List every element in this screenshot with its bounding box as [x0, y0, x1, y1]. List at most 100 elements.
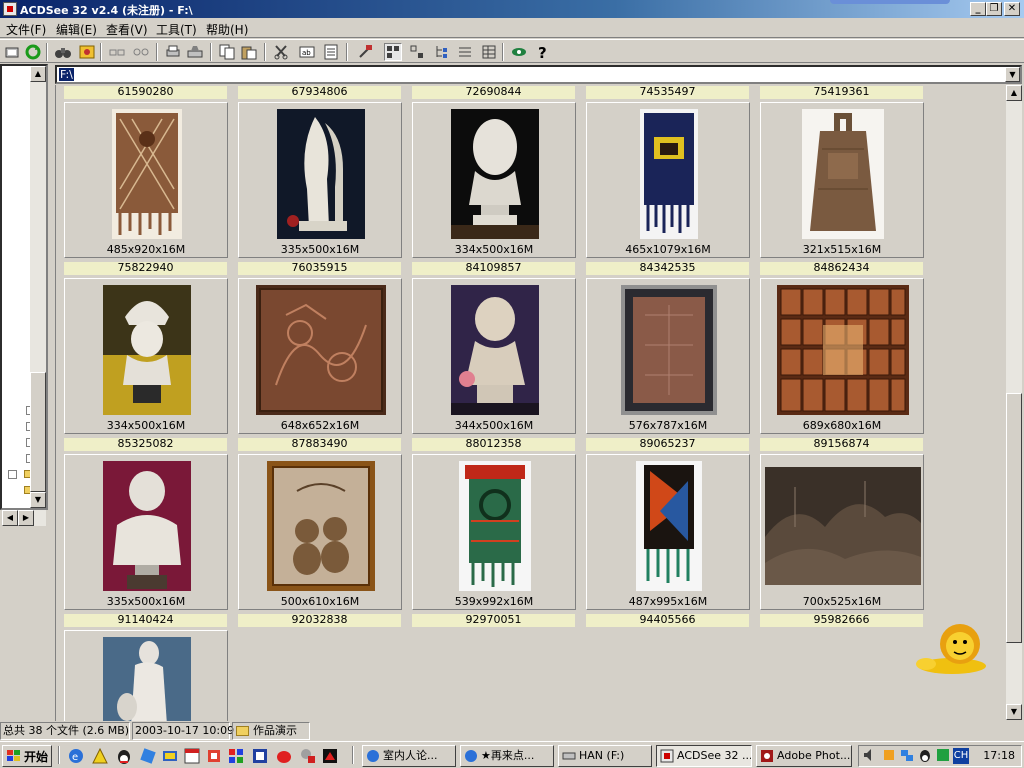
file-name-label[interactable]: 75822940 — [64, 262, 227, 275]
restore-button[interactable]: ❐ — [986, 2, 1002, 16]
clock[interactable]: 17:18 — [983, 749, 1015, 762]
app-icon[interactable] — [228, 748, 244, 764]
file-name-label[interactable]: 74535497 — [586, 86, 749, 99]
qq-penguin-icon[interactable] — [917, 748, 933, 764]
thumbnail-tile[interactable]: 465x1079x16M — [586, 102, 750, 258]
scroll-up-button[interactable]: ▲ — [1006, 85, 1022, 101]
menu-tools[interactable]: 工具(T) — [156, 21, 197, 38]
app-icon[interactable] — [140, 748, 156, 764]
browse-icon[interactable] — [3, 43, 21, 61]
app-icon[interactable] — [252, 748, 268, 764]
tools-icon[interactable] — [356, 43, 374, 61]
thumbnail-small-icon[interactable] — [108, 43, 126, 61]
menu-file[interactable]: 文件(F) — [6, 21, 46, 38]
scroll-left-button[interactable]: ◀ — [2, 510, 18, 526]
close-button[interactable]: ✕ — [1004, 2, 1020, 16]
internet-icon[interactable] — [510, 43, 528, 61]
taskbar-window-button[interactable]: ★再来点... — [460, 745, 554, 767]
view-tree-icon[interactable] — [432, 43, 450, 61]
thumbnail-tile[interactable]: 485x920x16M — [64, 102, 228, 258]
thumbnail-tile[interactable]: 700x525x16M — [760, 454, 924, 610]
thumbnail-tile[interactable]: 344x500x16M — [412, 278, 576, 434]
thumbnail-tile[interactable]: 576x787x16M — [586, 278, 750, 434]
scroll-thumb[interactable] — [1006, 393, 1022, 643]
input-language-indicator[interactable]: CH — [953, 748, 969, 764]
network-icon[interactable] — [899, 748, 915, 764]
ie-icon[interactable]: e — [68, 748, 84, 764]
taskbar-window-button[interactable]: Adobe Phot... — [756, 745, 852, 767]
tree-horizontal-scrollbar[interactable]: ◀ ▶ — [2, 510, 46, 526]
file-name-label[interactable]: 72690844 — [412, 86, 575, 99]
file-name-label[interactable]: 84109857 — [412, 262, 575, 275]
view-thumbnails-icon[interactable] — [384, 43, 402, 61]
binoculars-icon[interactable] — [54, 43, 72, 61]
thumbnail-large-icon[interactable] — [132, 43, 150, 61]
tree-expand-toggle[interactable] — [8, 470, 17, 479]
paste-icon[interactable] — [240, 43, 258, 61]
acdsee-app-icon[interactable] — [3, 2, 17, 16]
file-name-label[interactable]: 75419361 — [760, 86, 923, 99]
file-name-label[interactable]: 88012358 — [412, 438, 575, 451]
acquire-icon[interactable] — [186, 43, 204, 61]
menu-edit[interactable]: 编辑(E) — [56, 21, 97, 38]
menu-view[interactable]: 查看(V) — [106, 21, 148, 38]
calendar-icon[interactable] — [184, 748, 200, 764]
taskbar-window-button[interactable]: 室内人论... — [362, 745, 456, 767]
thumbnail-tile[interactable]: 539x992x16M — [412, 454, 576, 610]
file-name-label[interactable]: 95982666 — [760, 614, 923, 627]
file-name-label[interactable]: 91140424 — [64, 614, 227, 627]
scroll-right-button[interactable]: ▶ — [18, 510, 34, 526]
volume-icon[interactable] — [861, 748, 877, 764]
file-name-label[interactable]: 84862434 — [760, 262, 923, 275]
thumbnail-tile[interactable]: 648x652x16M — [238, 278, 402, 434]
view-details-icon[interactable] — [480, 43, 498, 61]
thumbnail-tile[interactable]: 487x995x16M — [586, 454, 750, 610]
pane-splitter[interactable] — [48, 64, 54, 720]
menu-help[interactable]: 帮助(H) — [206, 21, 248, 38]
file-name-label[interactable]: 89156874 — [760, 438, 923, 451]
thumbnail-tile[interactable]: 500x610x16M — [238, 454, 402, 610]
file-name-label[interactable]: 76035915 — [238, 262, 401, 275]
file-name-label[interactable]: 84342535 — [586, 262, 749, 275]
thumbnail-tile[interactable]: 334x500x16M — [64, 278, 228, 434]
thumbnail-tile[interactable]: 689x680x16M — [760, 278, 924, 434]
address-input[interactable]: F:\ — [59, 68, 74, 81]
address-bar[interactable]: F:\ ▼ — [55, 65, 1022, 84]
scroll-down-button[interactable]: ▼ — [1006, 704, 1022, 720]
file-name-label[interactable]: 92970051 — [412, 614, 575, 627]
cut-icon[interactable] — [272, 43, 290, 61]
lion-mascot-icon[interactable] — [912, 620, 992, 676]
copy-icon[interactable] — [218, 43, 236, 61]
refresh-icon[interactable] — [24, 43, 42, 61]
tree-vertical-scrollbar[interactable]: ▲ ▼ — [30, 66, 46, 508]
file-name-label[interactable]: 94405566 — [586, 614, 749, 627]
address-dropdown-button[interactable]: ▼ — [1005, 67, 1020, 82]
view-list-icon[interactable] — [456, 43, 474, 61]
thumbnail-vertical-scrollbar[interactable]: ▲ ▼ — [1006, 85, 1022, 720]
file-name-label[interactable]: 61590280 — [64, 86, 227, 99]
thumbnail-tile[interactable] — [64, 630, 228, 721]
file-name-label[interactable]: 89065237 — [586, 438, 749, 451]
view-large-icons-icon[interactable] — [408, 43, 426, 61]
app-icon[interactable] — [300, 748, 316, 764]
start-button[interactable]: 开始 — [2, 745, 52, 767]
slideshow-icon[interactable] — [78, 43, 96, 61]
warning-icon[interactable] — [92, 747, 108, 764]
app-icon[interactable] — [276, 748, 292, 764]
properties-icon[interactable] — [322, 43, 340, 61]
app-tray-icon[interactable] — [935, 748, 951, 764]
taskbar-window-button[interactable]: HAN (F:) — [558, 745, 652, 767]
scroll-down-button[interactable]: ▼ — [30, 492, 46, 508]
minimize-button[interactable]: _ — [970, 2, 986, 16]
thumbnail-tile[interactable]: 334x500x16M — [412, 102, 576, 258]
app-icon[interactable] — [162, 748, 178, 764]
app-tray-icon[interactable] — [881, 748, 897, 764]
thumbnail-tile[interactable]: 335x500x16M — [238, 102, 402, 258]
taskbar-window-button[interactable]: ACDSee 32 ... — [656, 745, 752, 767]
app-icon[interactable] — [322, 748, 338, 764]
print-icon[interactable] — [164, 43, 182, 61]
help-icon[interactable]: ? — [534, 43, 552, 61]
file-name-label[interactable]: 87883490 — [238, 438, 401, 451]
file-name-label[interactable]: 85325082 — [64, 438, 227, 451]
file-name-label[interactable]: 92032838 — [238, 614, 401, 627]
